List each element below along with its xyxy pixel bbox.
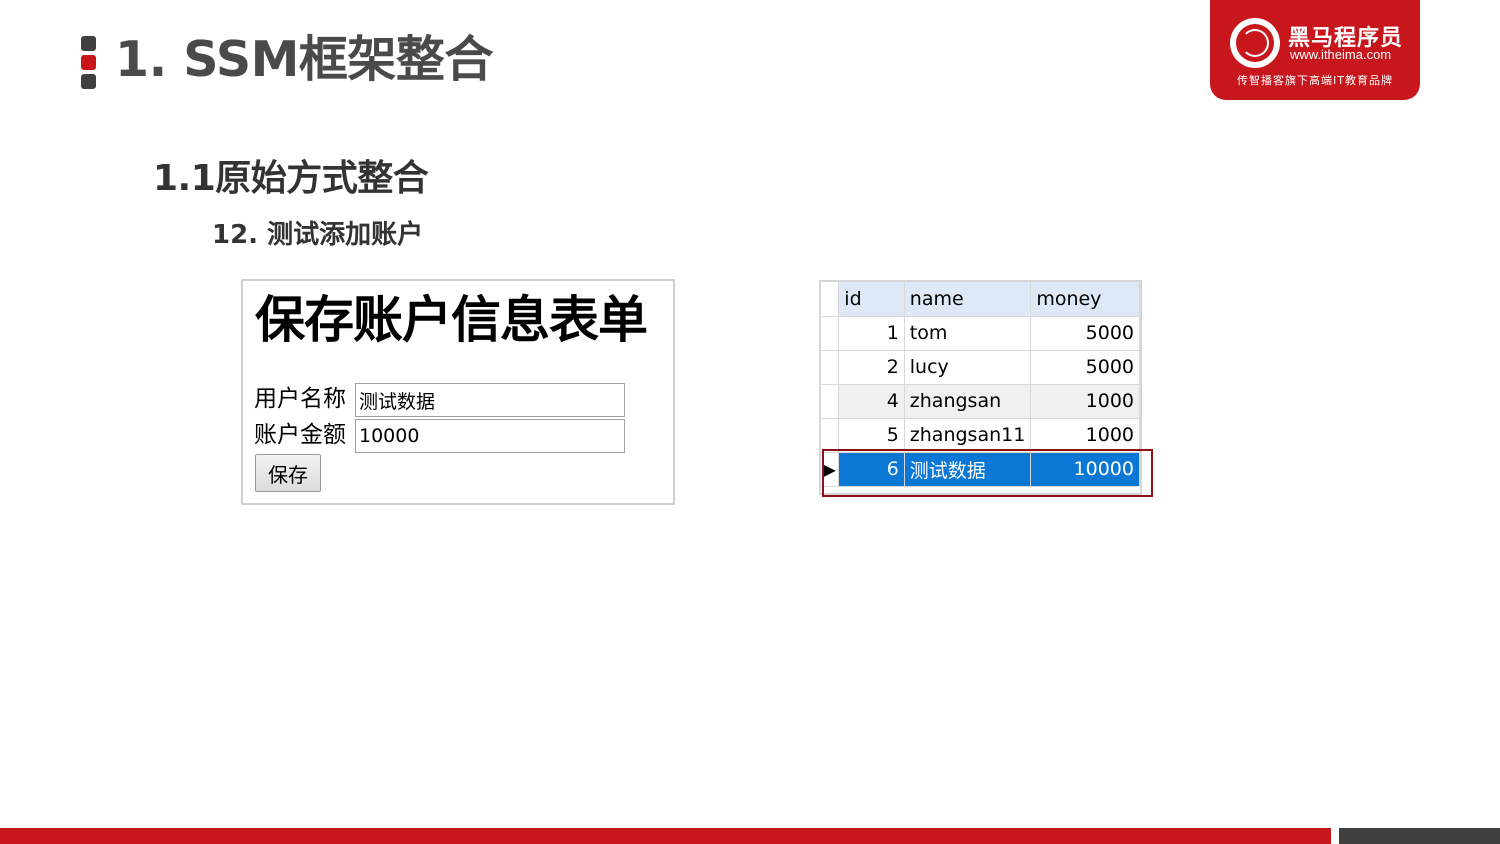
cell-money[interactable]: 1000 [1030, 418, 1140, 453]
cell-name[interactable]: 测试数据 [904, 452, 1032, 487]
form-heading: 保存账户信息表单 [255, 291, 648, 349]
title-marker [81, 36, 96, 89]
row-indicator [821, 418, 840, 453]
money-label: 账户金额 [254, 422, 346, 448]
name-label: 用户名称 [254, 386, 346, 412]
column-header-money[interactable]: money [1030, 282, 1140, 317]
cell-money[interactable]: 5000 [1030, 316, 1140, 351]
horse-icon [1230, 18, 1280, 68]
logo-slogan: 传智播客旗下高端IT教育品牌 [1237, 74, 1393, 87]
itheima-logo: 黑马程序员 www.itheima.com 传智播客旗下高端IT教育品牌 [1210, 0, 1420, 100]
title-marker-bar [81, 74, 96, 89]
column-header-id[interactable]: id [838, 282, 905, 317]
table-row-selected[interactable]: ▶ 6 测试数据 10000 [821, 452, 1140, 487]
section-title: 1.1原始方式整合 [153, 158, 429, 199]
cell-id[interactable]: 1 [838, 316, 905, 351]
table-row[interactable]: 1 tom 5000 [821, 316, 1140, 351]
row-indicator [821, 316, 840, 351]
cell-id[interactable]: 2 [838, 350, 905, 385]
footer-red-bar [0, 828, 1331, 844]
cell-money[interactable]: 10000 [1030, 452, 1140, 487]
money-input[interactable] [355, 419, 625, 453]
table-row[interactable]: 5 zhangsan11 1000 [821, 418, 1140, 453]
column-header-name[interactable]: name [904, 282, 1032, 317]
account-form-screenshot: 保存账户信息表单 用户名称 账户金额 保存 [241, 279, 675, 505]
database-table-screenshot: id name money 1 tom 5000 2 lucy 5000 4 z… [819, 280, 1142, 495]
row-indicator-header [821, 282, 840, 317]
account-table: id name money 1 tom 5000 2 lucy 5000 4 z… [821, 282, 1140, 487]
table-row[interactable]: 4 zhangsan 1000 [821, 384, 1140, 419]
title-marker-bar [81, 36, 96, 51]
subsection-title: 12. 测试添加账户 [212, 220, 424, 250]
cell-money[interactable]: 1000 [1030, 384, 1140, 419]
cell-id[interactable]: 4 [838, 384, 905, 419]
cell-id[interactable]: 6 [838, 452, 905, 487]
row-indicator [821, 384, 840, 419]
name-input[interactable] [355, 383, 625, 417]
table-header-row: id name money [821, 282, 1140, 317]
cell-name[interactable]: tom [904, 316, 1032, 351]
cell-name[interactable]: zhangsan11 [904, 418, 1032, 453]
title-marker-bar [81, 55, 96, 70]
cell-name[interactable]: lucy [904, 350, 1032, 385]
table-row[interactable]: 2 lucy 5000 [821, 350, 1140, 385]
save-button[interactable]: 保存 [255, 454, 321, 492]
cell-id[interactable]: 5 [838, 418, 905, 453]
footer-gray-bar [1339, 828, 1500, 844]
cell-name[interactable]: zhangsan [904, 384, 1032, 419]
slide-title: 1. SSM框架整合 [115, 31, 493, 88]
logo-url: www.itheima.com [1290, 47, 1392, 62]
cell-money[interactable]: 5000 [1030, 350, 1140, 385]
current-row-icon: ▶ [821, 452, 840, 487]
row-indicator [821, 350, 840, 385]
